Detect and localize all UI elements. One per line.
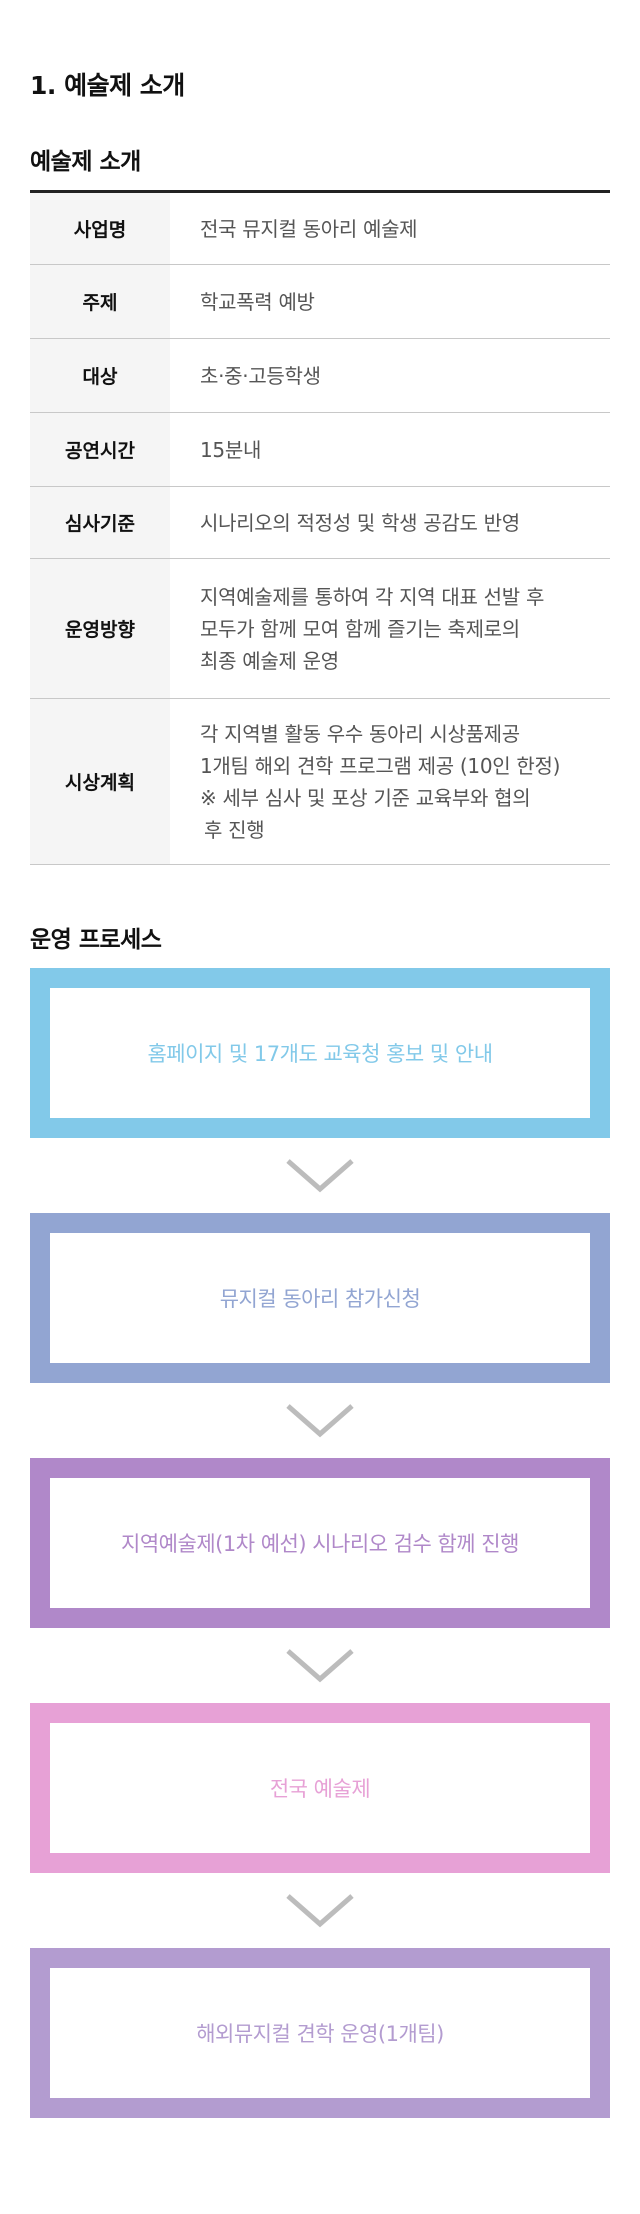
chevron-down-icon	[30, 1873, 610, 1948]
process-step: 해외뮤지컬 견학 운영(1개팀)	[30, 1948, 610, 2118]
chevron-down-icon	[30, 1138, 610, 1213]
row-label: 운영방향	[30, 559, 170, 698]
row-label: 주제	[30, 265, 170, 338]
row-value: 각 지역별 활동 우수 동아리 시상품제공 1개팀 해외 견학 프로그램 제공 …	[170, 699, 610, 864]
process-step-label: 홈페이지 및 17개도 교육청 홍보 및 안내	[147, 1042, 493, 1066]
row-value: 지역예술제를 통하여 각 지역 대표 선발 후 모두가 함께 모여 함께 즐기는…	[170, 559, 610, 698]
row-value: 전국 뮤지컬 동아리 예술제	[170, 193, 610, 264]
row-label: 시상계획	[30, 699, 170, 864]
row-value: 15분내	[170, 413, 610, 486]
table-row: 사업명 전국 뮤지컬 동아리 예술제	[30, 193, 610, 265]
intro-table: 사업명 전국 뮤지컬 동아리 예술제 주제 학교폭력 예방 대상 초·중·고등학…	[30, 190, 610, 865]
row-value-line: 학교폭력 예방	[200, 289, 315, 314]
table-row: 심사기준 시나리오의 적정성 및 학생 공감도 반영	[30, 487, 610, 559]
process-step-label: 뮤지컬 동아리 참가신청	[219, 1287, 421, 1311]
table-row: 공연시간 15분내	[30, 413, 610, 487]
table-row: 운영방향 지역예술제를 통하여 각 지역 대표 선발 후 모두가 함께 모여 함…	[30, 559, 610, 699]
table-row: 시상계획 각 지역별 활동 우수 동아리 시상품제공 1개팀 해외 견학 프로그…	[30, 699, 610, 865]
chevron-down-icon	[30, 1628, 610, 1703]
row-value-line: 1개팀 해외 견학 프로그램 제공 (10인 한정)	[200, 753, 561, 778]
row-label: 공연시간	[30, 413, 170, 486]
row-value-line: 초·중·고등학생	[200, 363, 321, 388]
process-step-label: 해외뮤지컬 견학 운영(1개팀)	[196, 2022, 444, 2046]
table-row: 주제 학교폭력 예방	[30, 265, 610, 339]
process-step: 홈페이지 및 17개도 교육청 홍보 및 안내	[30, 968, 610, 1138]
row-label: 사업명	[30, 193, 170, 264]
row-label: 심사기준	[30, 487, 170, 558]
process-step: 전국 예술제	[30, 1703, 610, 1873]
row-value-line: 모두가 함께 모여 함께 즐기는 축제로의	[200, 616, 520, 641]
process-step-label: 지역예술제(1차 예선) 시나리오 검수 함께 진행	[121, 1532, 519, 1556]
row-value-line: 각 지역별 활동 우수 동아리 시상품제공	[200, 721, 520, 746]
process-step-label: 전국 예술제	[269, 1777, 371, 1801]
row-value-line: 15분내	[200, 437, 262, 462]
row-label: 대상	[30, 339, 170, 412]
process-flow: 홈페이지 및 17개도 교육청 홍보 및 안내 뮤지컬 동아리 참가신청 지역예…	[30, 968, 610, 2118]
row-value-line: 최종 예술제 운영	[200, 648, 339, 673]
row-value-line: 후 진행	[204, 817, 265, 842]
row-value-line: 시나리오의 적정성 및 학생 공감도 반영	[200, 510, 520, 535]
page-title: 1. 예술제 소개	[30, 71, 185, 100]
table-row: 대상 초·중·고등학생	[30, 339, 610, 413]
row-value: 학교폭력 예방	[170, 265, 610, 338]
process-section-title: 운영 프로세스	[30, 927, 162, 953]
intro-section-title: 예술제 소개	[30, 149, 141, 175]
process-step: 뮤지컬 동아리 참가신청	[30, 1213, 610, 1383]
row-value-line: 지역예술제를 통하여 각 지역 대표 선발 후	[200, 584, 545, 609]
chevron-down-icon	[30, 1383, 610, 1458]
row-value: 초·중·고등학생	[170, 339, 610, 412]
row-value-line: 전국 뮤지컬 동아리 예술제	[200, 216, 418, 241]
row-value: 시나리오의 적정성 및 학생 공감도 반영	[170, 487, 610, 558]
row-value-line: ※ 세부 심사 및 포상 기준 교육부와 협의	[200, 785, 531, 810]
process-step: 지역예술제(1차 예선) 시나리오 검수 함께 진행	[30, 1458, 610, 1628]
